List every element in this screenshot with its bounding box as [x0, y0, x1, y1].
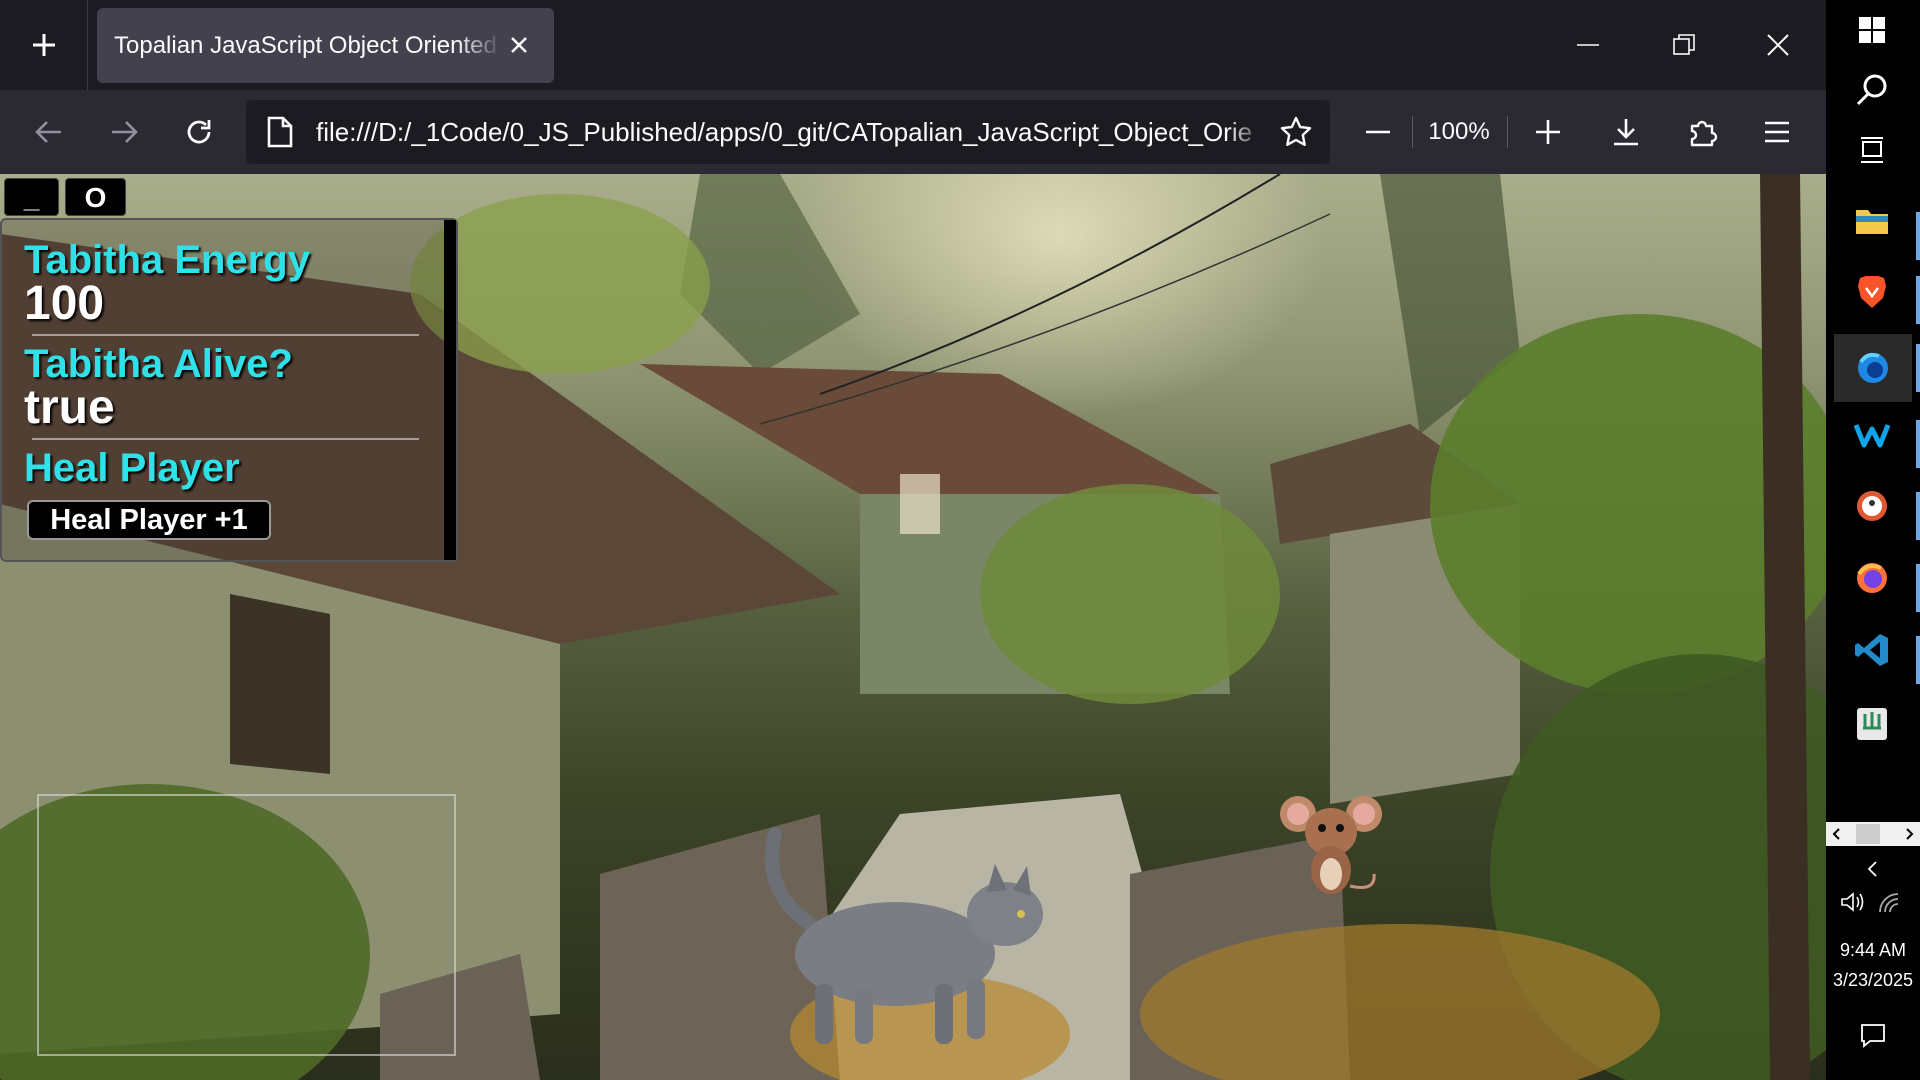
url-fade: [1226, 100, 1266, 164]
show-hidden-icons-button[interactable]: [1856, 856, 1890, 882]
back-button[interactable]: [17, 100, 81, 164]
notification-icon: [1861, 1024, 1885, 1048]
minimize-window-button[interactable]: [1540, 0, 1636, 90]
notifications-button[interactable]: [1856, 1018, 1890, 1052]
tab-close-button[interactable]: [502, 28, 536, 62]
chevron-right-icon: [1906, 828, 1914, 840]
browser-window: Topalian JavaScript Object Oriented G fi…: [0, 0, 1826, 1080]
extensions-button[interactable]: [1670, 100, 1734, 164]
running-indicator: [1916, 636, 1920, 684]
mouse-sprite: [1280, 796, 1382, 894]
divider: [32, 438, 419, 440]
search-icon: [1856, 74, 1887, 106]
file-explorer-icon: [1856, 210, 1888, 234]
nav-toolbar: file:///D:/_1Code/0_JS_Published/apps/0_…: [0, 90, 1826, 174]
heal-label: Heal Player: [24, 446, 240, 490]
running-indicator: [1916, 344, 1920, 392]
duckduckgo-icon: [1857, 491, 1887, 521]
taskbar-duckduckgo[interactable]: [1842, 476, 1902, 536]
firefox-icon: [1857, 563, 1887, 593]
clock-time[interactable]: 9:44 AM: [1826, 940, 1920, 961]
star-icon: [1280, 116, 1312, 146]
app-icon: [1857, 708, 1887, 740]
brave-icon: [1858, 276, 1886, 308]
chevron-left-icon: [1832, 828, 1840, 840]
reload-button[interactable]: [167, 100, 231, 164]
task-view-icon: [1861, 137, 1883, 163]
downloads-button[interactable]: [1594, 100, 1658, 164]
tray-scroll-bar[interactable]: [1826, 822, 1920, 846]
zoom-level[interactable]: 100%: [1413, 100, 1505, 164]
minimize-icon: [1577, 44, 1599, 46]
taskbar-file-explorer[interactable]: [1842, 190, 1902, 250]
active-tab[interactable]: Topalian JavaScript Object Oriented G: [97, 8, 554, 83]
download-icon: [1614, 119, 1638, 146]
zoom-out-button[interactable]: [1346, 100, 1410, 164]
close-icon: [511, 37, 527, 53]
running-indicator: [1916, 420, 1920, 468]
zoom-in-icon: [1536, 120, 1560, 144]
new-tab-icon: [32, 34, 55, 56]
player-stats-panel: Tabitha Energy 100 Tabitha Alive? true H…: [0, 218, 458, 562]
chevron-left-icon: [1867, 861, 1877, 877]
selection-box-outline: [37, 794, 456, 1056]
reload-icon: [187, 120, 211, 144]
taskbar-firefox-dev[interactable]: [1834, 334, 1912, 402]
minimize-panel-button[interactable]: _: [4, 178, 59, 216]
address-bar[interactable]: file:///D:/_1Code/0_JS_Published/apps/0_…: [246, 100, 1330, 164]
game-page[interactable]: _ O Tabitha Energy 100 Tabitha Alive? tr…: [0, 174, 1826, 1080]
cat-sprite: [764, 827, 1043, 1044]
open-panel-button[interactable]: O: [65, 178, 126, 216]
taskbar-app[interactable]: [1842, 694, 1902, 754]
clock-date[interactable]: 3/23/2025: [1826, 970, 1920, 991]
app-menu-button[interactable]: [1745, 100, 1809, 164]
firefox-dev-icon: [1858, 352, 1888, 383]
zoom-out-icon: [1366, 130, 1390, 134]
taskbar-firefox[interactable]: [1842, 548, 1902, 608]
task-view-button[interactable]: [1842, 120, 1902, 180]
windsurf-icon: [1854, 424, 1890, 448]
divider: [32, 334, 419, 336]
tab-title: Topalian JavaScript Object Oriented G: [114, 32, 499, 59]
windows-taskbar: 9:44 AM 3/23/2025: [1826, 0, 1920, 1080]
new-tab-button[interactable]: [0, 0, 88, 90]
windows-start-icon: [1859, 17, 1885, 43]
volume-icon: [1841, 892, 1864, 912]
start-button[interactable]: [1842, 0, 1902, 60]
vscode-icon: [1855, 634, 1888, 666]
alive-value: true: [24, 381, 115, 434]
extensions-icon: [1690, 120, 1718, 147]
volume-button[interactable]: [1840, 890, 1870, 916]
network-button[interactable]: [1876, 890, 1906, 916]
url-text[interactable]: file:///D:/_1Code/0_JS_Published/apps/0_…: [316, 100, 1266, 164]
energy-value: 100: [24, 277, 105, 330]
back-icon: [35, 121, 61, 143]
close-window-button[interactable]: [1730, 0, 1826, 90]
restore-window-button[interactable]: [1636, 0, 1732, 90]
taskbar-windsurf[interactable]: [1842, 404, 1902, 464]
running-indicator: [1916, 492, 1920, 540]
heal-player-button[interactable]: Heal Player +1: [27, 500, 271, 540]
running-indicator: [1916, 212, 1920, 260]
taskbar-brave[interactable]: [1842, 262, 1902, 322]
wifi-icon: [1879, 893, 1899, 913]
page-icon: [267, 116, 293, 148]
panel-scroll-bar[interactable]: [444, 220, 456, 560]
zoom-in-button[interactable]: [1516, 100, 1580, 164]
search-button[interactable]: [1842, 60, 1902, 120]
close-icon: [1767, 34, 1789, 56]
menu-icon: [1765, 121, 1789, 143]
running-indicator: [1916, 276, 1920, 324]
bookmark-star-button[interactable]: [1276, 112, 1316, 152]
forward-icon: [112, 121, 138, 143]
tab-title-fade: [457, 8, 502, 83]
tab-strip: Topalian JavaScript Object Oriented G: [0, 0, 1826, 90]
forward-button[interactable]: [92, 100, 156, 164]
taskbar-vscode[interactable]: [1842, 620, 1902, 680]
toolbar-separator: [1507, 116, 1508, 148]
scroll-thumb[interactable]: [1856, 824, 1880, 844]
running-indicator: [1916, 564, 1920, 612]
restore-icon: [1673, 34, 1695, 55]
